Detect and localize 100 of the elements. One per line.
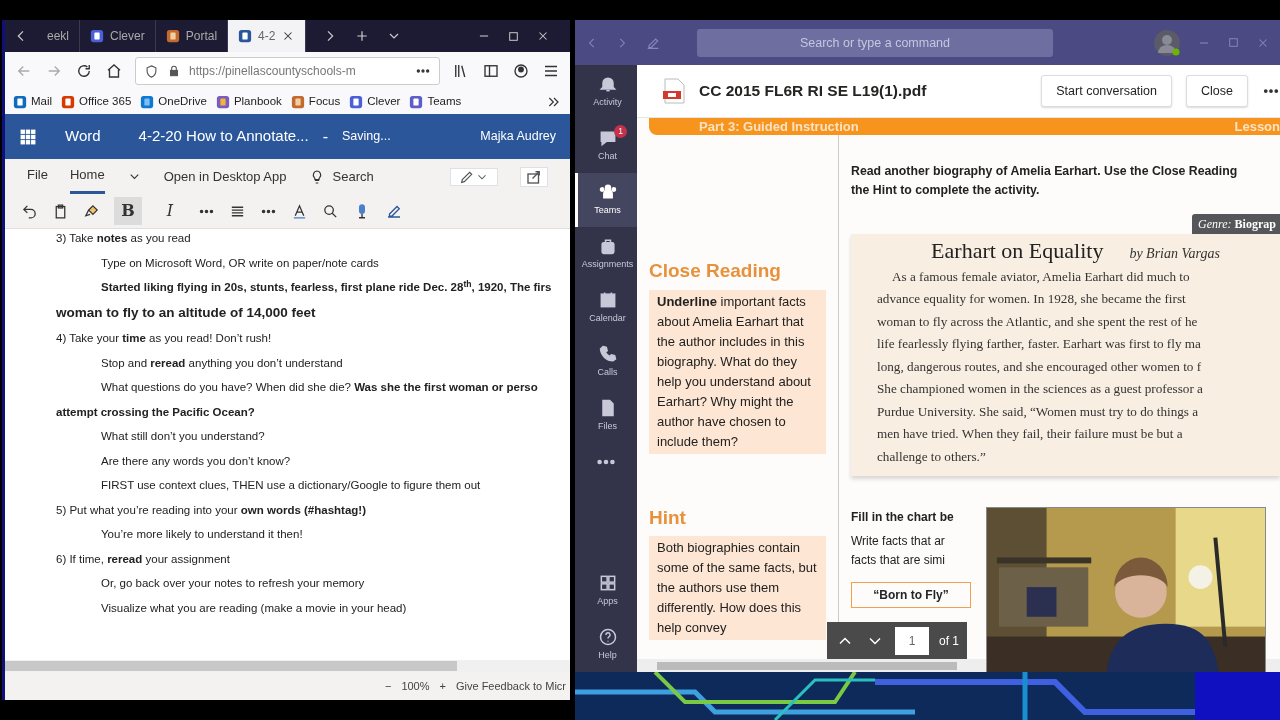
sidebar-item[interactable]: Calls: [575, 335, 637, 389]
zoom-in-button[interactable]: +: [439, 677, 446, 695]
bookmark-icon: [290, 95, 305, 109]
passage-title: Earhart on Equality: [931, 240, 1104, 263]
page-count: of 1: [939, 632, 959, 650]
file-name: CC 2015 FL6R RI SE L19(1).pdf: [699, 81, 927, 102]
save-status: Saving...: [342, 128, 391, 146]
title-separator: -: [322, 126, 328, 147]
passage-text: long, dangerous routes, and she encouraged other women to f: [877, 357, 1203, 376]
feedback-link[interactable]: Give Feedback to Micr: [455, 677, 566, 695]
pdf-file-icon: [663, 78, 685, 104]
zoom-out-button[interactable]: −: [384, 677, 392, 695]
app-name: Word: [65, 126, 101, 147]
scrollbar-thumb[interactable]: [657, 661, 957, 670]
document-text: woman to fly to an altitude of 14,000 feet: [56, 304, 317, 321]
sidebar-icon[interactable]: [482, 62, 500, 80]
document-text: attempt crossing the Pacific Ocean?: [56, 404, 256, 419]
document-text: Stop and reread anything you don’t understand: [100, 355, 344, 370]
help-icon: [597, 627, 618, 648]
document-text: 4) Take your time as you read! Don’t rush!: [56, 331, 273, 345]
document-title[interactable]: 4-2-20 How to Annotate...: [138, 125, 309, 148]
passage-text: She championed women in the sciences as a guest professor a: [877, 380, 1204, 398]
table-header: “Born to Fly”: [851, 582, 971, 608]
zoom-level: 100%: [401, 678, 430, 694]
bookmark[interactable]: Planbook: [215, 93, 282, 111]
sidebar-item[interactable]: Chat 1: [575, 119, 637, 173]
search-icon[interactable]: [322, 202, 339, 220]
chart-instruction: Write facts that ar: [851, 533, 946, 550]
document-text: FIRST use context clues, THEN use a dictionary/Google to figure them out: [100, 478, 482, 492]
bookmark[interactable]: Focus: [290, 93, 341, 111]
bookmark-icon: [13, 95, 27, 109]
document-text: 5) Put what you’re reading into your own words (#hashtag!): [56, 502, 367, 517]
italic-button[interactable]: I: [156, 197, 184, 225]
close-button[interactable]: Close: [1186, 74, 1248, 108]
start-conversation-button[interactable]: Start conversation: [1041, 74, 1173, 108]
document-text: Visualize what you are reading (make a movie in your head): [100, 600, 408, 615]
search-field[interactable]: Search or type a command: [697, 28, 1053, 57]
bookmark-icon: [409, 95, 424, 109]
document-text: What still don’t you understand?: [100, 429, 266, 443]
maximize-icon[interactable]: [507, 29, 520, 43]
document-text: You’re more likely to understand it then!: [100, 527, 304, 541]
share-button[interactable]: [520, 166, 548, 187]
browser-tab[interactable]: 4-2: [228, 20, 307, 52]
section-banner: Part 3: Guided Instruction Lesson: [649, 118, 1280, 135]
shield-icon: [144, 63, 159, 79]
chart-instruction: facts that are simi: [851, 552, 947, 569]
ribbon-tab[interactable]: File: [27, 159, 48, 194]
open-desktop-link[interactable]: Open in Desktop App: [163, 166, 287, 187]
account-icon[interactable]: [512, 62, 530, 80]
home-icon[interactable]: [105, 62, 123, 80]
chart-prompt: Fill in the chart be: [851, 509, 955, 526]
sidebar-item[interactable]: Apps: [575, 564, 637, 618]
bookmark-icon: [215, 95, 230, 109]
scrollbar-thumb[interactable]: [5, 661, 457, 671]
passage-text: advance equality for women. In 1928, she became the first: [877, 290, 1187, 308]
app-launcher-icon[interactable]: [19, 127, 37, 146]
passage-text: men have tried. When they fail, their failure must be but a: [877, 425, 1184, 443]
document-text: 6) If time, reread your assignment: [56, 551, 231, 566]
document-text: Or, go back over your notes to refresh your memory: [100, 576, 366, 590]
passage-text: As a famous female aviator, Amelia Earhart did much to: [891, 267, 1191, 286]
bookmark[interactable]: OneDrive: [140, 93, 207, 111]
document-text: Are there any words you don’t know?: [100, 453, 292, 468]
byline: by Brian Vargas: [1129, 245, 1220, 263]
editing-button[interactable]: [450, 167, 498, 186]
bookmark[interactable]: Teams: [409, 93, 462, 111]
passage-text: life fearlessly flying farther, faster. Earhart was first to fly ma: [877, 335, 1202, 353]
bold-button[interactable]: B: [114, 197, 142, 225]
user-name[interactable]: Majka Audrey: [480, 127, 556, 146]
section-heading: Close Reading: [649, 259, 782, 283]
bookmark[interactable]: Office 365: [61, 93, 132, 111]
notification-badge: 1: [614, 125, 627, 138]
search-button[interactable]: Search: [308, 166, 374, 187]
bookmark-icon: [349, 95, 364, 109]
genre-tag: Genre: Biograp: [1192, 214, 1280, 234]
instruction-box: Underline important facts about Amelia Earhart that the author includes in this biography. What do they help you understand about Earhart? Why might the author have chosen to include them?: [649, 289, 826, 454]
document-text: Started liking flying in 20s, stunts, fearless, first plane ride Dec. 28$^{th}$, 1920, The firs: [100, 280, 553, 294]
document-text: Type on Microsoft Word, OR write on paper/note cards: [100, 255, 380, 270]
instruction-text: the Hint to complete the activity.: [851, 182, 1041, 199]
paintbrush-icon[interactable]: [83, 202, 100, 220]
bookmark-icon: [140, 95, 155, 109]
bookmark-icon: [61, 95, 76, 109]
instruction-text: Read another biography of Amelia Earhart. Use the Close Reading: [851, 163, 1239, 180]
document-text: What questions do you have? When did she die? Was she the first woman or perso: [100, 380, 539, 394]
document-text: 3) Take notes as you read: [56, 231, 192, 245]
sidebar-item[interactable]: Calendar: [575, 281, 637, 335]
bookmark[interactable]: Mail: [13, 93, 53, 111]
sidebar-item[interactable]: Files: [575, 389, 637, 443]
sidebar-item[interactable]: Assignments: [575, 227, 637, 281]
sidebar-item[interactable]: Help: [575, 618, 637, 672]
page-number-field[interactable]: 1: [895, 626, 929, 655]
sidebar-item[interactable]: Teams: [575, 173, 637, 227]
passage-text: woman to fly across the Atlantic, and she spent the rest of he: [877, 312, 1199, 331]
passage-text: Purdue University. She said, “Women must try to do things a: [877, 402, 1200, 421]
reload-icon[interactable]: [75, 62, 93, 80]
bookmark[interactable]: Clever: [349, 93, 401, 111]
avatar[interactable]: [1153, 28, 1181, 57]
address-bar[interactable]: https://pinellascountyschools-m: [135, 57, 440, 85]
font-color-icon[interactable]: [291, 202, 308, 220]
sidebar-item[interactable]: Activity: [575, 65, 637, 119]
lock-icon: [167, 64, 181, 78]
